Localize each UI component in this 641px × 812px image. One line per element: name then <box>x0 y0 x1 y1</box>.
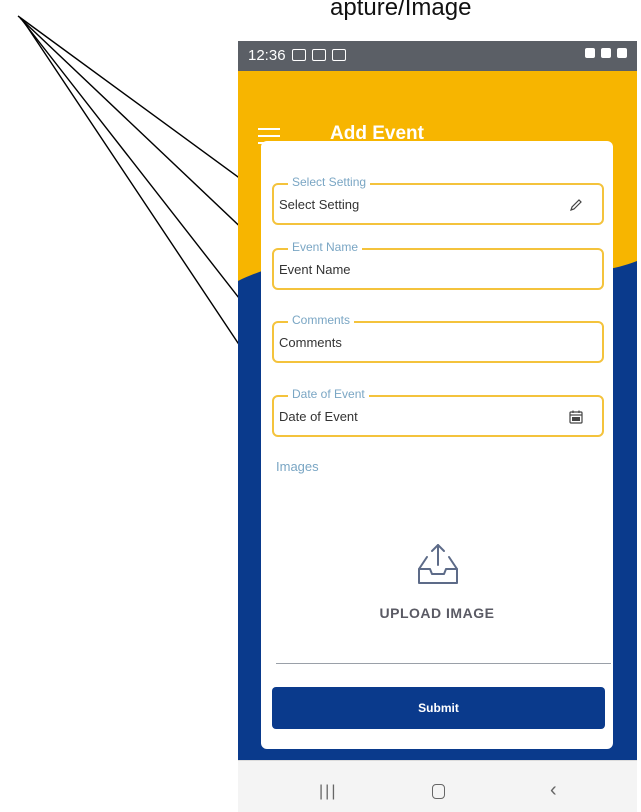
upload-image-label[interactable]: UPLOAD IMAGE <box>261 605 613 621</box>
field-label: Date of Event <box>288 387 369 401</box>
date-of-event-field[interactable]: Date of Event Date of Event <box>272 387 604 437</box>
field-label: Comments <box>288 313 355 327</box>
images-label: Images <box>276 459 319 474</box>
upload-icon[interactable] <box>413 539 463 589</box>
select-setting-field[interactable]: Select Setting Select Setting <box>272 175 604 225</box>
submit-button[interactable]: Submit <box>272 687 605 729</box>
field-label: Select Setting <box>288 175 371 189</box>
field-value: Event Name <box>279 262 351 277</box>
status-time: 12:36 <box>248 47 286 64</box>
back-icon[interactable]: ‹ <box>550 779 557 802</box>
image-icon <box>312 49 326 61</box>
notification-icons <box>292 49 346 61</box>
event-name-field[interactable]: Event Name Event Name <box>272 240 604 290</box>
check-icon <box>332 49 346 61</box>
system-nav-bar: ||| ‹ <box>238 760 637 812</box>
home-icon[interactable] <box>432 784 445 799</box>
battery-icon <box>617 48 627 58</box>
phone-screen: 12:36 Add Event Select Setting Select Se… <box>238 41 637 812</box>
system-icons <box>585 48 627 58</box>
field-label: Event Name <box>288 240 363 254</box>
field-value: Select Setting <box>279 197 360 212</box>
calendar-icon[interactable] <box>568 409 584 425</box>
divider <box>276 663 611 664</box>
signal-icon <box>601 48 611 58</box>
pencil-icon[interactable] <box>568 197 584 213</box>
mail-icon <box>292 49 306 61</box>
field-value: Date of Event <box>279 409 358 424</box>
status-bar: 12:36 <box>238 41 637 71</box>
form-card: Select Setting Select Setting Event Name… <box>261 141 613 749</box>
comments-field[interactable]: Comments Comments <box>272 313 604 363</box>
alarm-icon <box>585 48 595 58</box>
field-value: Comments <box>279 335 342 350</box>
recents-icon[interactable]: ||| <box>319 783 337 801</box>
